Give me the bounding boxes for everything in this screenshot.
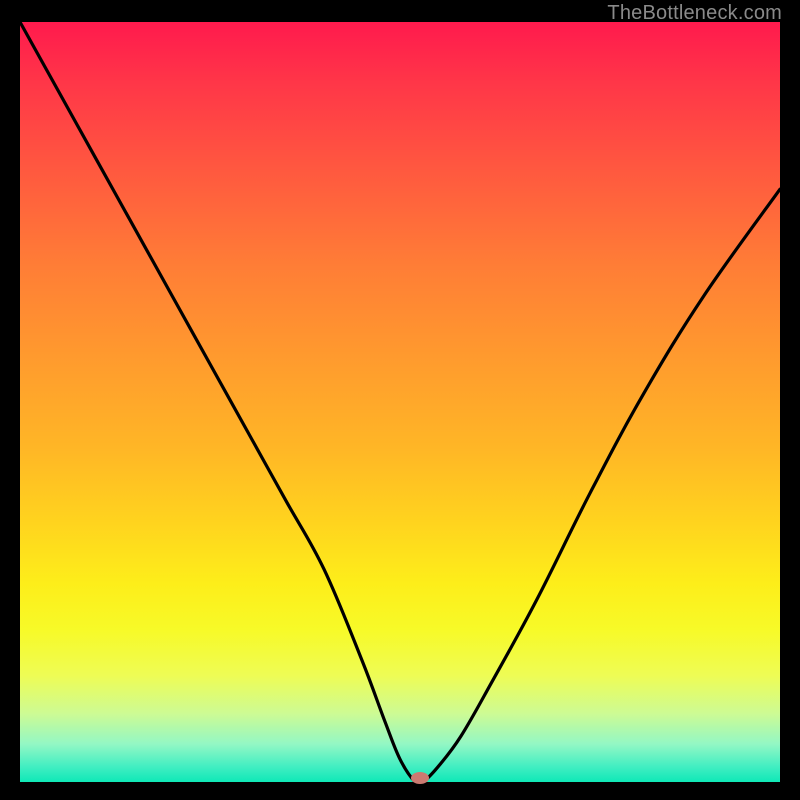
plot-area bbox=[20, 22, 780, 782]
chart-frame: TheBottleneck.com bbox=[0, 0, 800, 800]
optimum-marker bbox=[411, 772, 429, 784]
bottleneck-curve bbox=[20, 22, 780, 782]
